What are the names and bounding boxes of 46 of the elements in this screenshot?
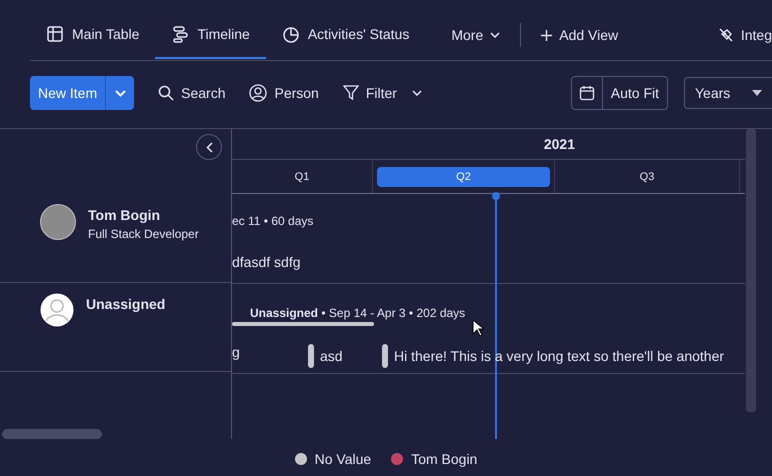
plus-icon <box>541 30 552 40</box>
quarter-label: Q2 <box>377 166 550 186</box>
chevron-left-icon <box>206 142 212 152</box>
chevron-down-icon <box>114 90 126 96</box>
quarter-label: Q3 <box>638 170 656 184</box>
group-name: Tom Bogin <box>88 207 162 223</box>
chevron-down-icon <box>490 32 500 38</box>
search-button[interactable]: Search <box>146 76 238 110</box>
add-view-button[interactable]: Add View <box>529 18 630 52</box>
collapse-button[interactable] <box>196 134 222 160</box>
mouse-cursor-icon <box>472 319 484 337</box>
search-icon <box>158 85 174 101</box>
auto-fit-button[interactable]: Auto Fit <box>602 77 667 109</box>
new-item-button[interactable]: New Item <box>30 76 106 110</box>
timeline-icon <box>171 25 190 43</box>
quarter-label: Q1 <box>294 170 310 184</box>
table-icon <box>46 25 64 43</box>
caret-down-icon <box>752 90 762 96</box>
group-summary: ec 11 • 60 days <box>232 214 314 228</box>
person-icon <box>249 84 268 102</box>
horizontal-scrollbar[interactable] <box>2 429 102 439</box>
legend-label: Tom Bogin <box>411 450 478 466</box>
more-button[interactable]: More <box>439 18 512 52</box>
group-summary: Unassigned • Sep 14 - Apr 3 • 202 days <box>250 306 466 320</box>
timeline-item[interactable]: g <box>232 344 240 360</box>
group-subtitle: Full Stack Developer <box>88 227 199 241</box>
person-button[interactable]: Person <box>237 76 331 110</box>
item-handle[interactable] <box>382 344 388 368</box>
view-tab[interactable]: Main Table <box>30 11 156 59</box>
pie-chart-icon <box>282 25 300 43</box>
item-handle[interactable] <box>308 344 314 368</box>
view-tab[interactable]: Timeline <box>155 11 266 59</box>
calendar-icon[interactable] <box>578 85 595 101</box>
scale-dropdown[interactable]: Years <box>684 77 772 109</box>
legend-label: No Value <box>314 450 372 466</box>
year-label: 2021 <box>232 129 745 160</box>
filter-icon <box>342 85 359 101</box>
chevron-down-icon <box>412 90 422 96</box>
timeline-item[interactable]: dfasdf sdfg <box>232 254 300 270</box>
plug-icon <box>718 27 734 43</box>
timeline-item[interactable]: asd <box>320 348 343 364</box>
view-tab[interactable]: Activities' Status <box>266 11 426 59</box>
integrations-button[interactable]: Integ <box>706 18 772 52</box>
group-name: Unassigned <box>86 296 166 312</box>
vertical-scrollbar[interactable] <box>746 129 756 412</box>
filter-button[interactable]: Filter <box>330 76 434 110</box>
